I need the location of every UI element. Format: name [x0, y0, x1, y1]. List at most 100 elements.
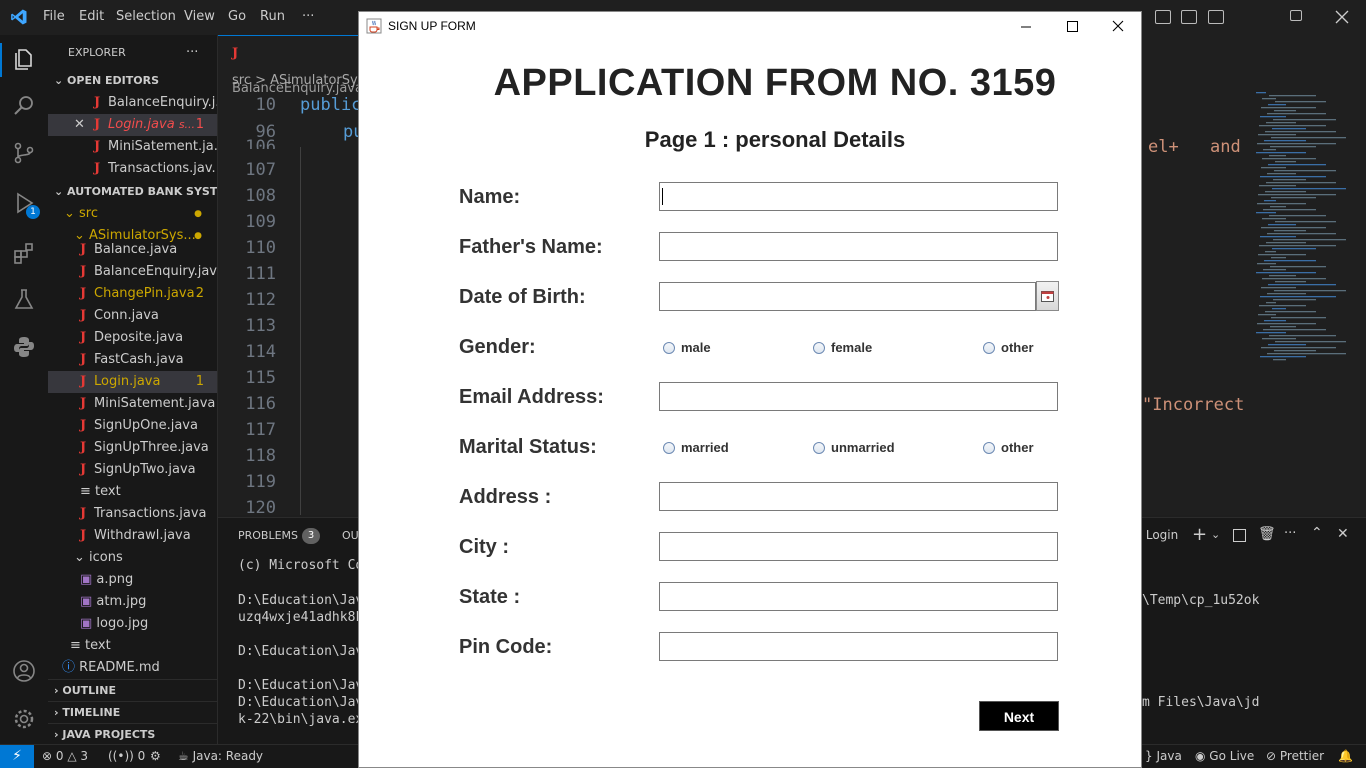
address-input[interactable]: [659, 482, 1058, 511]
source-control-icon[interactable]: [12, 141, 36, 165]
breadcrumb[interactable]: src > ASimulatorSyste: [232, 73, 378, 88]
output-tab[interactable]: OU: [342, 529, 359, 542]
radio-button[interactable]: [813, 342, 825, 354]
file-item[interactable]: J ChangePin.java 2: [48, 283, 217, 305]
icons-folder[interactable]: ⌄ icons: [48, 547, 217, 569]
maximize-panel-icon[interactable]: ⌃: [1311, 525, 1323, 541]
email-input[interactable]: [659, 382, 1058, 411]
python-icon[interactable]: [12, 335, 36, 359]
remote-icon[interactable]: ⚡: [0, 745, 34, 768]
menu-more[interactable]: ···: [302, 9, 314, 24]
file-item[interactable]: J FastCash.java: [48, 349, 217, 371]
open-editor-item[interactable]: J Transactions.jav...: [48, 158, 217, 180]
editor-tab[interactable]: JBalanceEnquiry.java: [218, 35, 363, 96]
radio-button[interactable]: [983, 442, 995, 454]
image-file[interactable]: ▣ logo.jpg: [48, 613, 217, 635]
father-name-input[interactable]: [659, 232, 1058, 261]
chevron-down-icon[interactable]: ⌄: [1211, 528, 1220, 541]
gender-female-radio[interactable]: female: [813, 340, 872, 355]
notifications-bell-icon[interactable]: 🔔: [1338, 749, 1353, 763]
menu-run[interactable]: Run: [260, 9, 285, 24]
dob-input[interactable]: [659, 282, 1036, 311]
window-titlebar[interactable]: SIGN UP FORM: [359, 12, 1141, 42]
search-icon[interactable]: [12, 93, 36, 117]
radio-button[interactable]: [663, 342, 675, 354]
toggle-panel-icon[interactable]: [1155, 10, 1171, 24]
close-panel-icon[interactable]: ✕: [1337, 526, 1349, 542]
ports-status[interactable]: ((•)) 0: [108, 749, 145, 763]
trash-icon[interactable]: 🗑: [1258, 526, 1276, 542]
file-item[interactable]: J MiniSatement.java: [48, 393, 217, 415]
menu-file[interactable]: File: [43, 9, 65, 24]
file-item[interactable]: J SignUpOne.java: [48, 415, 217, 437]
name-input[interactable]: [659, 182, 1058, 211]
language-mode[interactable]: } Java: [1145, 749, 1182, 763]
city-input[interactable]: [659, 532, 1058, 561]
radio-button[interactable]: [663, 442, 675, 454]
maximize-icon[interactable]: [1049, 12, 1095, 42]
more-actions-icon[interactable]: ···: [1284, 526, 1296, 541]
split-layout-icon[interactable]: [1181, 10, 1197, 24]
marital-other-radio[interactable]: other: [983, 440, 1034, 455]
file-item[interactable]: J Transactions.java: [48, 503, 217, 525]
restore-icon[interactable]: [1290, 10, 1302, 21]
file-item[interactable]: J Withdrawl.java: [48, 525, 217, 547]
split-terminal-icon[interactable]: [1233, 529, 1246, 542]
next-button[interactable]: Next: [979, 701, 1059, 731]
close-editor-icon[interactable]: ✕: [74, 114, 94, 136]
radio-button[interactable]: [813, 442, 825, 454]
file-item[interactable]: J Deposite.java: [48, 327, 217, 349]
account-icon[interactable]: [12, 659, 36, 683]
marital-married-radio[interactable]: married: [663, 440, 729, 455]
customize-layout-icon[interactable]: [1208, 10, 1224, 24]
go-live-button[interactable]: ◉ Go Live: [1195, 749, 1254, 763]
calendar-button[interactable]: [1036, 281, 1059, 311]
image-file[interactable]: ▣ a.png: [48, 569, 217, 591]
file-item[interactable]: ≡ text: [48, 481, 217, 503]
testing-flask-icon[interactable]: [12, 287, 36, 311]
radio-button[interactable]: [983, 342, 995, 354]
timeline-section[interactable]: › TIMELINE: [48, 701, 217, 723]
outline-section[interactable]: › OUTLINE: [48, 679, 217, 701]
open-editors-header[interactable]: ⌄ OPEN EDITORS: [48, 70, 217, 92]
text-file[interactable]: ≡ text: [48, 635, 217, 657]
minimize-icon[interactable]: [1003, 12, 1049, 42]
gender-male-radio[interactable]: male: [663, 340, 711, 355]
menu-selection[interactable]: Selection: [116, 9, 176, 24]
java-projects-section[interactable]: › JAVA PROJECTS: [48, 723, 217, 744]
terminal-name[interactable]: : Login: [1138, 528, 1178, 542]
settings-gear-icon[interactable]: [12, 707, 36, 731]
menu-edit[interactable]: Edit: [79, 9, 104, 24]
debug-status-icon[interactable]: ⚙: [150, 749, 161, 763]
readme-file[interactable]: ⓘ README.md: [48, 657, 217, 679]
file-item[interactable]: J SignUpTwo.java: [48, 459, 217, 481]
gender-other-radio[interactable]: other: [983, 340, 1034, 355]
extensions-icon[interactable]: [12, 241, 36, 265]
project-header[interactable]: ⌄ AUTOMATED BANK SYSTEM: [48, 181, 217, 203]
close-icon[interactable]: [1095, 12, 1141, 42]
close-vscode-icon[interactable]: [1335, 10, 1349, 24]
open-editor-item[interactable]: J MiniSatement.ja...: [48, 136, 217, 158]
file-item[interactable]: J SignUpThree.java: [48, 437, 217, 459]
file-item[interactable]: J Balance.java: [48, 239, 217, 261]
new-terminal-icon[interactable]: +: [1192, 524, 1207, 545]
state-input[interactable]: [659, 582, 1058, 611]
java-status[interactable]: ☕ Java: Ready: [178, 749, 263, 763]
src-folder[interactable]: ⌄ src ●: [48, 203, 217, 225]
marital-unmarried-radio[interactable]: unmarried: [813, 440, 895, 455]
problems-tab[interactable]: PROBLEMS: [238, 529, 298, 542]
prettier-status[interactable]: ⊘ Prettier: [1266, 749, 1324, 763]
pin-code-input[interactable]: [659, 632, 1058, 661]
file-item[interactable]: J Conn.java: [48, 305, 217, 327]
menu-view[interactable]: View: [184, 9, 215, 24]
menu-go[interactable]: Go: [228, 9, 246, 24]
explorer-more-button[interactable]: ···: [186, 42, 206, 64]
file-item[interactable]: J Login.java 1: [48, 371, 217, 393]
open-editor-item[interactable]: J BalanceEnquiry.j...: [48, 92, 217, 114]
explorer-icon[interactable]: [12, 47, 36, 71]
problems-status[interactable]: ⊗ 0 △ 3: [42, 749, 88, 763]
file-item[interactable]: J BalanceEnquiry.java: [48, 261, 217, 283]
image-file[interactable]: ▣ atm.jpg: [48, 591, 217, 613]
open-editor-item-active[interactable]: ✕ J Login.java s... 1: [48, 114, 217, 136]
minimap[interactable]: [1250, 92, 1354, 372]
